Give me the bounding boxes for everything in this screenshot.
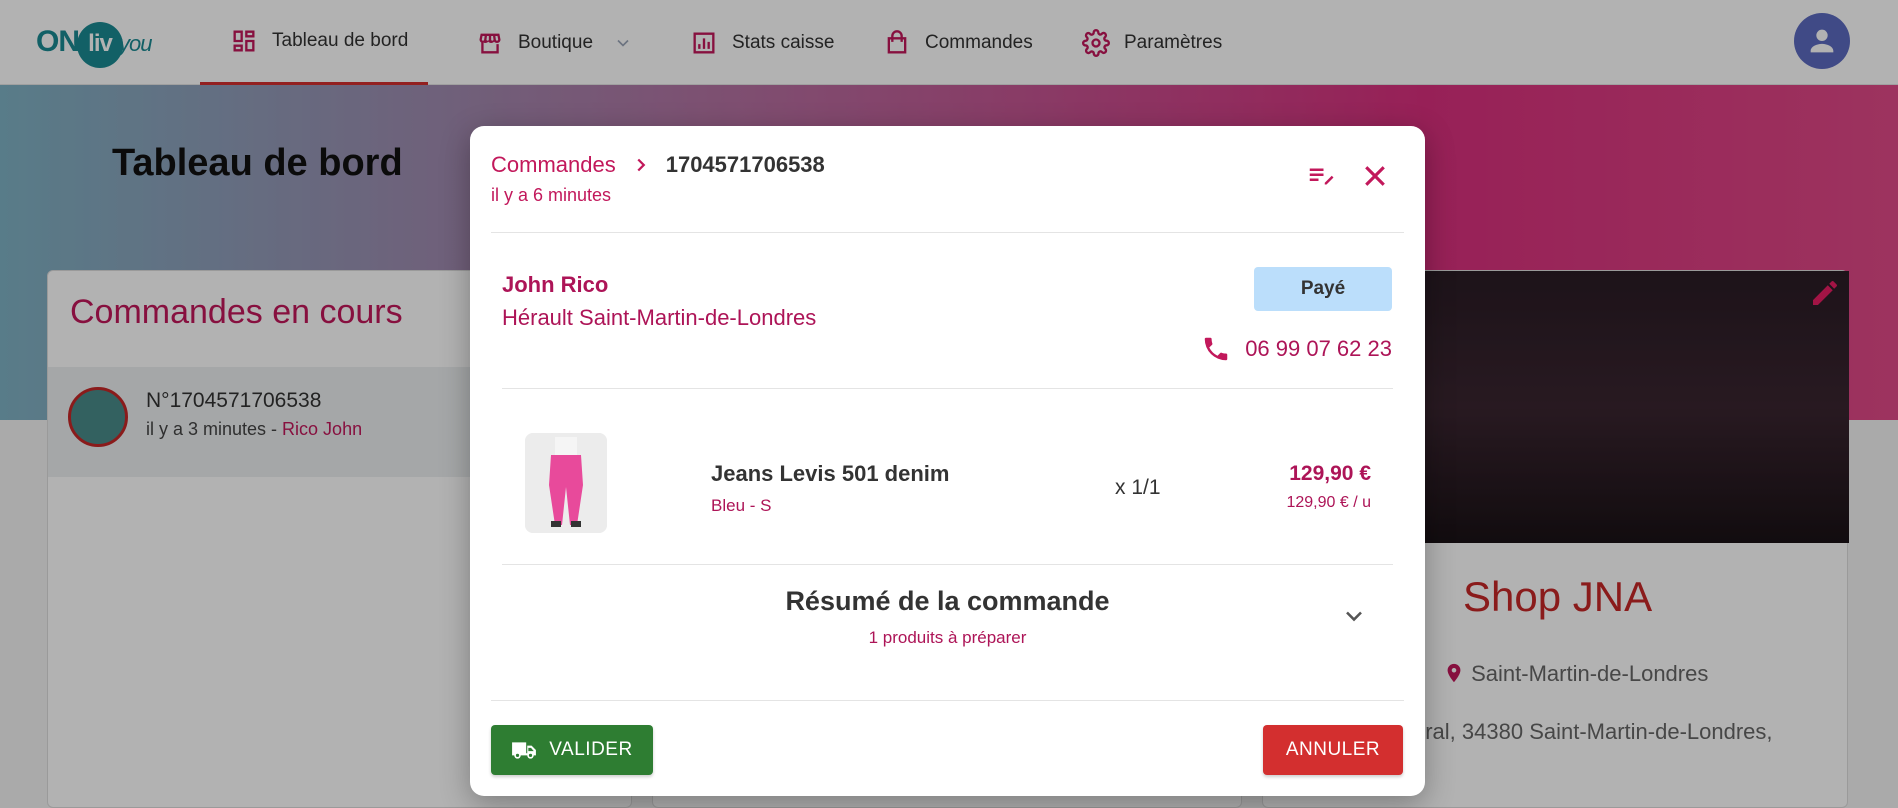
product-quantity: x 1/1 (1115, 476, 1161, 499)
chevron-right-icon (637, 158, 646, 172)
order-summary-title[interactable]: Résumé de la commande (470, 586, 1425, 617)
order-detail-modal: Commandes 1704571706538 il y a 6 minutes… (470, 126, 1425, 796)
product-variant: Bleu - S (711, 496, 772, 515)
header-divider (491, 232, 1404, 233)
customer-divider (502, 388, 1393, 389)
product-total-price: 129,90 € (1289, 462, 1371, 485)
breadcrumb: Commandes 1704571706538 (491, 152, 825, 178)
customer-phone-number: 06 99 07 62 23 (1245, 336, 1392, 361)
footer-divider (491, 700, 1404, 701)
jeans-product-image (525, 433, 607, 533)
edit-notes-button[interactable] (1301, 156, 1341, 196)
order-summary-subtitle: 1 produits à préparer (868, 628, 1027, 647)
edit-note-icon (1309, 168, 1334, 185)
order-id: 1704571706538 (665, 152, 825, 177)
product-divider (502, 564, 1393, 565)
validate-label: VALIDER (549, 739, 633, 760)
product-unit-price: 129,90 € / u (1286, 494, 1371, 511)
close-modal-button[interactable] (1355, 156, 1395, 196)
customer-address: Hérault Saint-Martin-de-Londres (502, 305, 817, 330)
truck-icon (512, 742, 537, 759)
product-thumbnail (525, 433, 607, 533)
close-icon (1365, 166, 1385, 186)
product-name: Jeans Levis 501 denim (711, 461, 950, 486)
summary-toggle[interactable] (1340, 602, 1368, 635)
chevron-down-icon (1346, 611, 1362, 622)
breadcrumb-orders-link[interactable]: Commandes (491, 152, 616, 178)
validate-button[interactable]: VALIDER (491, 725, 653, 775)
payment-status-badge: Payé (1254, 267, 1392, 311)
cancel-button[interactable]: ANNULER (1263, 725, 1403, 775)
customer-name: John Rico (502, 272, 609, 297)
customer-phone[interactable]: 06 99 07 62 23 (1201, 334, 1392, 364)
phone-icon (1204, 337, 1228, 361)
order-time-ago: il y a 6 minutes (491, 185, 612, 205)
